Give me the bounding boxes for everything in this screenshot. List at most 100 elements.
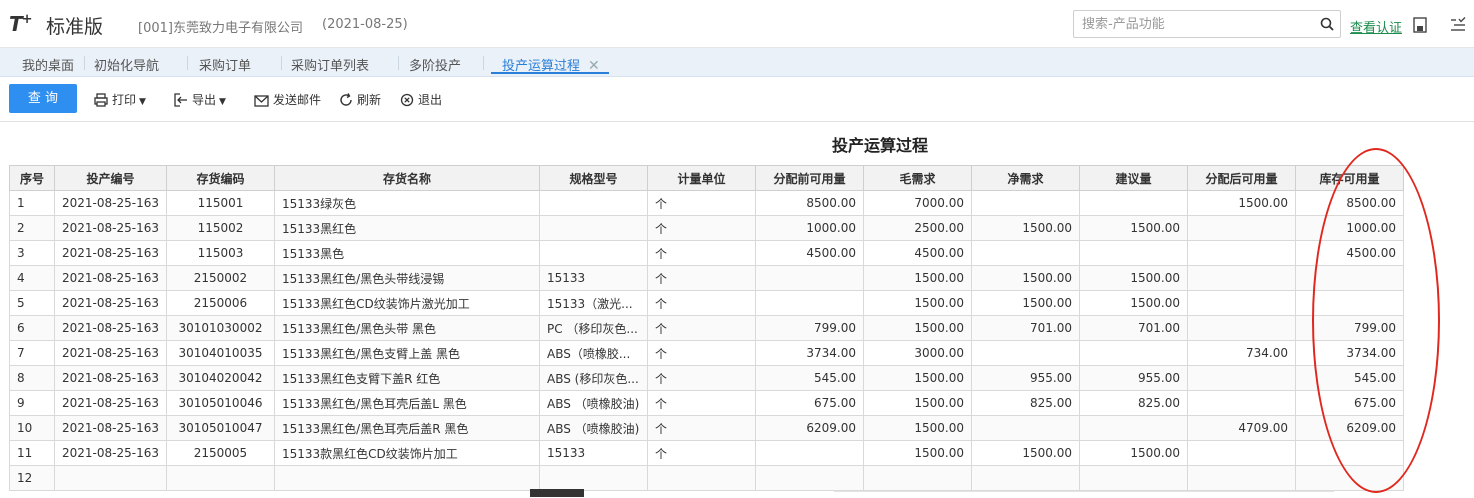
tab-divider: [84, 56, 85, 70]
column-header[interactable]: 序号: [9, 165, 55, 191]
print-button[interactable]: 打印 ▼: [94, 91, 146, 108]
table-cell: 1500.00: [862, 315, 972, 341]
exit-button[interactable]: 退出: [400, 91, 442, 108]
table-cell: 1500.00: [862, 415, 972, 441]
table-cell: 15133: [538, 265, 648, 291]
table-header-row: 序号 投产编号 存货编码 存货名称 规格型号 计量单位 分配前可用量 毛需求 净需求 建议量 分配后…: [9, 165, 1404, 191]
column-header[interactable]: 存货名称: [273, 165, 540, 191]
table-cell: 2021-08-25-163: [54, 340, 167, 366]
table-cell: 734.00: [1186, 340, 1296, 366]
table-row[interactable]: 6 2021-08-25-163 30101030002 15133黑红色/黑色头带 …: [9, 315, 1404, 341]
table-cell: 3000.00: [862, 340, 972, 366]
table-cell: [273, 465, 540, 491]
column-header[interactable]: 建议量: [1078, 165, 1188, 191]
table-cell: 8500.00: [754, 190, 864, 216]
table-cell: 2150002: [165, 265, 275, 291]
column-header[interactable]: 计量单位: [646, 165, 756, 191]
table-row[interactable]: 1 2021-08-25-163 115001 15133绿灰色 个 8500.00 700…: [9, 190, 1404, 216]
column-header[interactable]: 毛需求: [862, 165, 972, 191]
table-cell: 11: [9, 440, 55, 466]
table-cell: 8: [9, 365, 55, 391]
table-cell: 1500.00: [1078, 440, 1188, 466]
export-button[interactable]: 导出 ▼: [174, 91, 226, 108]
search-box[interactable]: [1073, 10, 1341, 38]
table-cell: 15133黑红色: [273, 215, 540, 241]
table-cell: [538, 240, 648, 266]
table-cell: 3734.00: [754, 340, 864, 366]
table-row[interactable]: 9 2021-08-25-163 30105010046 15133黑红色/黑色耳壳后…: [9, 390, 1404, 416]
view-certification-link[interactable]: 查看认证: [1350, 17, 1402, 36]
search-icon[interactable]: [1320, 17, 1334, 31]
export-icon: [174, 93, 187, 107]
column-header[interactable]: 分配后可用量: [1186, 165, 1296, 191]
settings-list-icon[interactable]: [1450, 17, 1466, 33]
horizontal-scrollbar-thumb[interactable]: [530, 489, 584, 497]
table-cell: 4500.00: [862, 240, 972, 266]
table-cell: [1186, 265, 1296, 291]
table-row[interactable]: 8 2021-08-25-163 30104020042 15133黑红色支臂下盖R …: [9, 365, 1404, 391]
column-header[interactable]: 规格型号: [538, 165, 648, 191]
table-cell: 7000.00: [862, 190, 972, 216]
query-button[interactable]: 查 询: [9, 84, 77, 113]
table-cell: 675.00: [754, 390, 864, 416]
table-cell: 12: [9, 465, 55, 491]
table-cell: 个: [646, 290, 756, 316]
table-cell: 1500.00: [862, 290, 972, 316]
table-row[interactable]: 10 2021-08-25-163 30105010047 15133黑红色/黑色耳壳…: [9, 415, 1404, 441]
table-row[interactable]: 7 2021-08-25-163 30104010035 15133黑红色/黑色支臂上…: [9, 340, 1404, 366]
table-cell: 个: [646, 365, 756, 391]
tab-init-guide[interactable]: 初始化导航: [94, 55, 159, 74]
tab-divider: [483, 56, 484, 70]
table-cell: [1186, 315, 1296, 341]
tab-purchase-order-list[interactable]: 采购订单列表: [291, 55, 369, 74]
table-cell: 30104020042: [165, 365, 275, 391]
table-cell: 1500.00: [1078, 265, 1188, 291]
table-cell: 个: [646, 390, 756, 416]
refresh-button[interactable]: 刷新: [339, 91, 381, 108]
table-cell: [1186, 290, 1296, 316]
tab-purchase-order[interactable]: 采购订单: [199, 55, 251, 74]
table-cell: 1: [9, 190, 55, 216]
table-cell: 15133黑红色/黑色头带 黑色: [273, 315, 540, 341]
table-cell: 2500.00: [862, 215, 972, 241]
table-cell: 2021-08-25-163: [54, 290, 167, 316]
table-row[interactable]: 5 2021-08-25-163 2150006 15133黑红色CD纹装饰片激光加工…: [9, 290, 1404, 316]
table-cell: 701.00: [1078, 315, 1188, 341]
table-cell: 15133黑红色/黑色耳壳后盖R 黑色: [273, 415, 540, 441]
table-cell: 个: [646, 340, 756, 366]
table-cell: 15133黑色: [273, 240, 540, 266]
table-cell: 115002: [165, 215, 275, 241]
table-cell: 1500.00: [1078, 290, 1188, 316]
table-cell: 4: [9, 265, 55, 291]
save-icon[interactable]: [1413, 17, 1427, 33]
app-header: T+ 标准版 [001]东莞致力电子有限公司 (2021-08-25) 查看认证: [0, 0, 1474, 48]
table-cell: ABS （喷橡胶油): [538, 390, 648, 416]
table-cell: 15133绿灰色: [273, 190, 540, 216]
table-row[interactable]: 12: [9, 465, 1404, 491]
table-cell: 2021-08-25-163: [54, 365, 167, 391]
table-row[interactable]: 11 2021-08-25-163 2150005 15133款黑红色CD纹装饰片加工…: [9, 440, 1404, 466]
column-header[interactable]: 存货编码: [165, 165, 275, 191]
tab-multi-level-production[interactable]: 多阶投产: [409, 55, 461, 74]
table-row[interactable]: 2 2021-08-25-163 115002 15133黑红色 个 1000.00 250…: [9, 215, 1404, 241]
column-header[interactable]: 净需求: [970, 165, 1080, 191]
exit-label: 退出: [418, 93, 443, 107]
table-cell: [1186, 465, 1296, 491]
table-row[interactable]: 4 2021-08-25-163 2150002 15133黑红色/黑色头带线浸锡 15…: [9, 265, 1404, 291]
table-cell: [1186, 440, 1296, 466]
column-header[interactable]: 投产编号: [54, 165, 167, 191]
table-row[interactable]: 3 2021-08-25-163 115003 15133黑色个 4500.00 4500…: [9, 240, 1404, 266]
table-cell: [862, 465, 972, 491]
export-label: 导出: [192, 93, 217, 107]
table-cell: [754, 265, 864, 291]
table-cell: [970, 240, 1080, 266]
table-cell: 701.00: [970, 315, 1080, 341]
table-cell: 799.00: [754, 315, 864, 341]
send-mail-button[interactable]: 发送邮件: [254, 91, 321, 108]
search-input[interactable]: [1082, 16, 1312, 32]
table-cell: 15133黑红色CD纹装饰片激光加工: [273, 290, 540, 316]
table-cell: [54, 465, 167, 491]
tab-my-desktop[interactable]: 我的桌面: [22, 55, 74, 74]
table-cell: [1078, 415, 1188, 441]
column-header[interactable]: 分配前可用量: [754, 165, 864, 191]
